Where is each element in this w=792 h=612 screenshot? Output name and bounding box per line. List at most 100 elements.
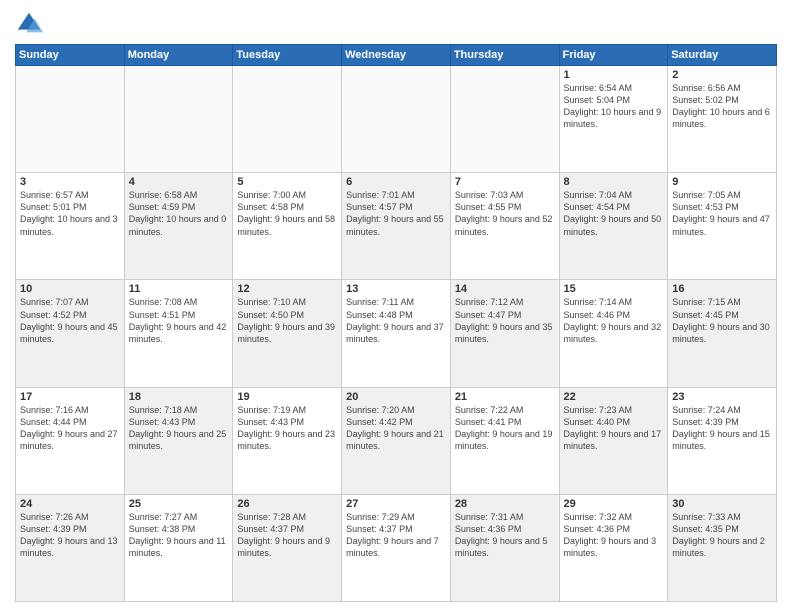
day-number: 21 <box>455 391 555 403</box>
calendar-cell: 29Sunrise: 7:32 AM Sunset: 4:36 PM Dayli… <box>559 494 668 601</box>
day-number: 1 <box>564 69 664 81</box>
calendar-cell: 1Sunrise: 6:54 AM Sunset: 5:04 PM Daylig… <box>559 66 668 173</box>
day-header-monday: Monday <box>124 45 233 66</box>
day-info: Sunrise: 6:58 AM Sunset: 4:59 PM Dayligh… <box>129 189 229 238</box>
day-number: 12 <box>237 283 337 295</box>
calendar-cell: 23Sunrise: 7:24 AM Sunset: 4:39 PM Dayli… <box>668 387 777 494</box>
day-info: Sunrise: 7:14 AM Sunset: 4:46 PM Dayligh… <box>564 296 664 345</box>
day-number: 24 <box>20 498 120 510</box>
day-number: 23 <box>672 391 772 403</box>
day-info: Sunrise: 7:27 AM Sunset: 4:38 PM Dayligh… <box>129 511 229 560</box>
calendar-cell <box>233 66 342 173</box>
day-number: 22 <box>564 391 664 403</box>
header <box>15 10 777 38</box>
day-number: 25 <box>129 498 229 510</box>
day-number: 3 <box>20 176 120 188</box>
day-info: Sunrise: 7:10 AM Sunset: 4:50 PM Dayligh… <box>237 296 337 345</box>
day-number: 19 <box>237 391 337 403</box>
day-info: Sunrise: 7:01 AM Sunset: 4:57 PM Dayligh… <box>346 189 446 238</box>
day-info: Sunrise: 7:12 AM Sunset: 4:47 PM Dayligh… <box>455 296 555 345</box>
day-number: 28 <box>455 498 555 510</box>
day-info: Sunrise: 7:31 AM Sunset: 4:36 PM Dayligh… <box>455 511 555 560</box>
day-info: Sunrise: 6:57 AM Sunset: 5:01 PM Dayligh… <box>20 189 120 238</box>
day-number: 2 <box>672 69 772 81</box>
calendar-cell: 12Sunrise: 7:10 AM Sunset: 4:50 PM Dayli… <box>233 280 342 387</box>
calendar-cell: 3Sunrise: 6:57 AM Sunset: 5:01 PM Daylig… <box>16 173 125 280</box>
calendar-week-row: 24Sunrise: 7:26 AM Sunset: 4:39 PM Dayli… <box>16 494 777 601</box>
calendar-cell: 26Sunrise: 7:28 AM Sunset: 4:37 PM Dayli… <box>233 494 342 601</box>
day-info: Sunrise: 7:24 AM Sunset: 4:39 PM Dayligh… <box>672 404 772 453</box>
day-info: Sunrise: 7:26 AM Sunset: 4:39 PM Dayligh… <box>20 511 120 560</box>
page: SundayMondayTuesdayWednesdayThursdayFrid… <box>0 0 792 612</box>
day-number: 20 <box>346 391 446 403</box>
calendar-cell: 18Sunrise: 7:18 AM Sunset: 4:43 PM Dayli… <box>124 387 233 494</box>
calendar-cell: 4Sunrise: 6:58 AM Sunset: 4:59 PM Daylig… <box>124 173 233 280</box>
calendar-cell: 21Sunrise: 7:22 AM Sunset: 4:41 PM Dayli… <box>450 387 559 494</box>
calendar-cell: 14Sunrise: 7:12 AM Sunset: 4:47 PM Dayli… <box>450 280 559 387</box>
day-number: 10 <box>20 283 120 295</box>
day-number: 30 <box>672 498 772 510</box>
day-info: Sunrise: 7:22 AM Sunset: 4:41 PM Dayligh… <box>455 404 555 453</box>
day-number: 7 <box>455 176 555 188</box>
day-header-saturday: Saturday <box>668 45 777 66</box>
calendar-week-row: 1Sunrise: 6:54 AM Sunset: 5:04 PM Daylig… <box>16 66 777 173</box>
day-info: Sunrise: 7:23 AM Sunset: 4:40 PM Dayligh… <box>564 404 664 453</box>
day-number: 8 <box>564 176 664 188</box>
calendar-cell: 5Sunrise: 7:00 AM Sunset: 4:58 PM Daylig… <box>233 173 342 280</box>
day-header-thursday: Thursday <box>450 45 559 66</box>
calendar-cell <box>124 66 233 173</box>
calendar-cell: 27Sunrise: 7:29 AM Sunset: 4:37 PM Dayli… <box>342 494 451 601</box>
day-number: 15 <box>564 283 664 295</box>
day-number: 5 <box>237 176 337 188</box>
day-info: Sunrise: 7:33 AM Sunset: 4:35 PM Dayligh… <box>672 511 772 560</box>
day-info: Sunrise: 7:05 AM Sunset: 4:53 PM Dayligh… <box>672 189 772 238</box>
day-number: 17 <box>20 391 120 403</box>
day-number: 11 <box>129 283 229 295</box>
calendar-cell <box>342 66 451 173</box>
calendar-week-row: 10Sunrise: 7:07 AM Sunset: 4:52 PM Dayli… <box>16 280 777 387</box>
day-info: Sunrise: 7:18 AM Sunset: 4:43 PM Dayligh… <box>129 404 229 453</box>
calendar-header-row: SundayMondayTuesdayWednesdayThursdayFrid… <box>16 45 777 66</box>
calendar-cell: 8Sunrise: 7:04 AM Sunset: 4:54 PM Daylig… <box>559 173 668 280</box>
day-number: 29 <box>564 498 664 510</box>
day-header-friday: Friday <box>559 45 668 66</box>
calendar-cell: 17Sunrise: 7:16 AM Sunset: 4:44 PM Dayli… <box>16 387 125 494</box>
calendar-cell: 25Sunrise: 7:27 AM Sunset: 4:38 PM Dayli… <box>124 494 233 601</box>
day-info: Sunrise: 7:16 AM Sunset: 4:44 PM Dayligh… <box>20 404 120 453</box>
day-number: 9 <box>672 176 772 188</box>
day-number: 18 <box>129 391 229 403</box>
day-info: Sunrise: 7:28 AM Sunset: 4:37 PM Dayligh… <box>237 511 337 560</box>
day-number: 13 <box>346 283 446 295</box>
day-info: Sunrise: 7:29 AM Sunset: 4:37 PM Dayligh… <box>346 511 446 560</box>
calendar-week-row: 17Sunrise: 7:16 AM Sunset: 4:44 PM Dayli… <box>16 387 777 494</box>
calendar-cell: 30Sunrise: 7:33 AM Sunset: 4:35 PM Dayli… <box>668 494 777 601</box>
day-info: Sunrise: 6:56 AM Sunset: 5:02 PM Dayligh… <box>672 82 772 131</box>
calendar-cell: 24Sunrise: 7:26 AM Sunset: 4:39 PM Dayli… <box>16 494 125 601</box>
day-number: 16 <box>672 283 772 295</box>
calendar-cell: 15Sunrise: 7:14 AM Sunset: 4:46 PM Dayli… <box>559 280 668 387</box>
calendar-cell: 2Sunrise: 6:56 AM Sunset: 5:02 PM Daylig… <box>668 66 777 173</box>
day-info: Sunrise: 6:54 AM Sunset: 5:04 PM Dayligh… <box>564 82 664 131</box>
day-info: Sunrise: 7:19 AM Sunset: 4:43 PM Dayligh… <box>237 404 337 453</box>
day-info: Sunrise: 7:15 AM Sunset: 4:45 PM Dayligh… <box>672 296 772 345</box>
calendar-cell: 28Sunrise: 7:31 AM Sunset: 4:36 PM Dayli… <box>450 494 559 601</box>
calendar-cell <box>450 66 559 173</box>
calendar-cell: 7Sunrise: 7:03 AM Sunset: 4:55 PM Daylig… <box>450 173 559 280</box>
day-number: 14 <box>455 283 555 295</box>
calendar-cell: 10Sunrise: 7:07 AM Sunset: 4:52 PM Dayli… <box>16 280 125 387</box>
day-info: Sunrise: 7:04 AM Sunset: 4:54 PM Dayligh… <box>564 189 664 238</box>
logo-icon <box>15 10 43 38</box>
calendar-cell: 22Sunrise: 7:23 AM Sunset: 4:40 PM Dayli… <box>559 387 668 494</box>
day-number: 26 <box>237 498 337 510</box>
logo <box>15 10 47 38</box>
day-info: Sunrise: 7:07 AM Sunset: 4:52 PM Dayligh… <box>20 296 120 345</box>
day-header-wednesday: Wednesday <box>342 45 451 66</box>
calendar-cell: 19Sunrise: 7:19 AM Sunset: 4:43 PM Dayli… <box>233 387 342 494</box>
day-info: Sunrise: 7:11 AM Sunset: 4:48 PM Dayligh… <box>346 296 446 345</box>
day-info: Sunrise: 7:20 AM Sunset: 4:42 PM Dayligh… <box>346 404 446 453</box>
calendar-cell: 9Sunrise: 7:05 AM Sunset: 4:53 PM Daylig… <box>668 173 777 280</box>
day-info: Sunrise: 7:00 AM Sunset: 4:58 PM Dayligh… <box>237 189 337 238</box>
day-header-tuesday: Tuesday <box>233 45 342 66</box>
day-number: 27 <box>346 498 446 510</box>
calendar-cell: 13Sunrise: 7:11 AM Sunset: 4:48 PM Dayli… <box>342 280 451 387</box>
